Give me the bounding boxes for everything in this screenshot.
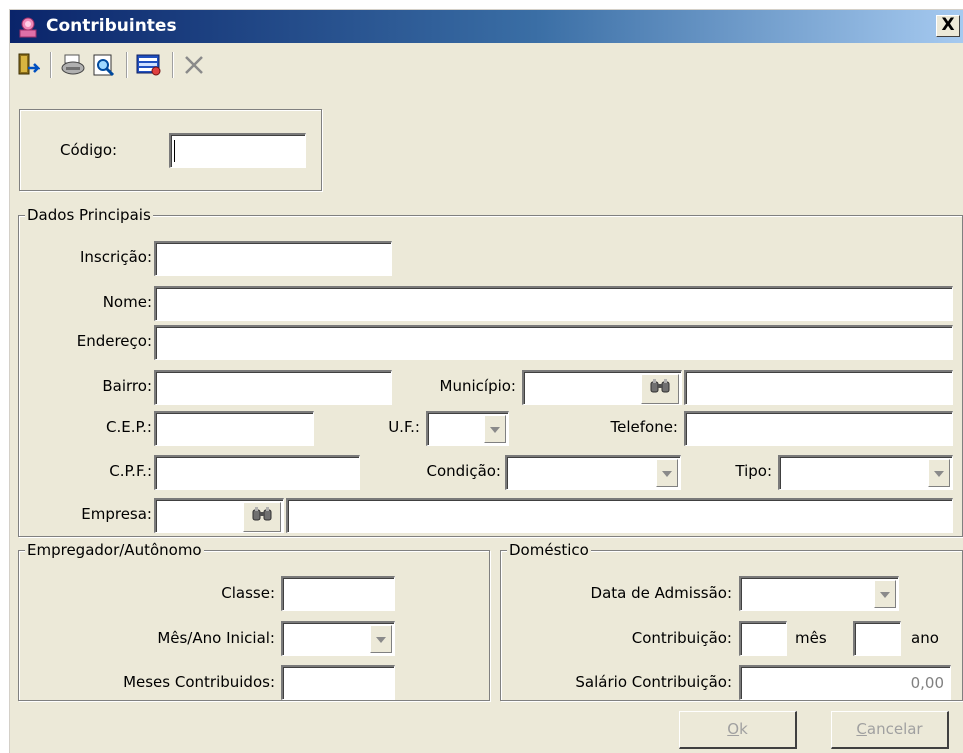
empresa-name-input[interactable] — [286, 498, 953, 533]
empregador-group: Empregador/Autônomo Classe: Mês/Ano Inic… — [18, 540, 490, 701]
domestico-group: Doméstico Data de Admissão: Contribuição… — [500, 540, 963, 701]
admissao-select[interactable] — [739, 576, 899, 611]
contribuicao-label: Contribuição: — [631, 629, 732, 647]
toolbar — [10, 44, 963, 86]
dados-principais-group: Dados Principais Inscrição: Nome: Endere… — [18, 205, 963, 537]
contribuintes-window: Contribuintes X Código: Dados Principais… — [9, 9, 963, 753]
ok-button[interactable]: Ok — [679, 711, 797, 749]
mes-label: mês — [795, 629, 827, 647]
municipio-code-input[interactable] — [522, 370, 682, 405]
tipo-select[interactable] — [778, 455, 953, 490]
cancel-accelerator: C — [856, 720, 867, 738]
municipio-search-button[interactable] — [641, 374, 679, 404]
dados-principais-title: Dados Principais — [25, 205, 153, 225]
contribuicao-mes-input[interactable] — [739, 621, 787, 656]
endereco-input[interactable] — [154, 325, 953, 360]
empresa-search-button[interactable] — [243, 502, 281, 532]
condicao-label: Condição: — [426, 462, 501, 480]
cep-label: C.E.P.: — [105, 418, 152, 436]
empregador-title: Empregador/Autônomo — [25, 540, 204, 560]
telefone-label: Telefone: — [610, 418, 679, 436]
inscricao-label: Inscrição: — [80, 248, 152, 266]
uf-dropdown-icon[interactable] — [484, 415, 506, 443]
cancel-button[interactable]: Cancelar — [831, 711, 949, 749]
close-button[interactable]: X — [936, 15, 960, 37]
ano-label: ano — [911, 629, 939, 647]
contribuicao-ano-input[interactable] — [853, 621, 901, 656]
mes-ano-dropdown-icon[interactable] — [370, 625, 392, 653]
bairro-input[interactable] — [154, 370, 392, 405]
cpf-label: C.P.F.: — [109, 462, 152, 480]
admissao-dropdown-icon[interactable] — [874, 580, 896, 608]
municipio-label: Município: — [439, 377, 516, 395]
condicao-select[interactable] — [505, 455, 681, 490]
codigo-box: Código: — [19, 109, 322, 191]
admissao-label: Data de Admissão: — [590, 584, 732, 602]
cpf-input[interactable] — [154, 455, 360, 490]
domestico-title: Doméstico — [507, 540, 591, 560]
tipo-dropdown-icon[interactable] — [928, 459, 950, 487]
salario-label: Salário Contribuição: — [575, 673, 732, 691]
binoculars-icon — [649, 373, 671, 404]
cancel-rest: ancelar — [866, 720, 923, 738]
tipo-label: Tipo: — [735, 462, 772, 480]
inscricao-input[interactable] — [154, 241, 392, 276]
codigo-label: Código: — [60, 141, 118, 159]
bairro-label: Bairro: — [102, 377, 152, 395]
nome-label: Nome: — [102, 293, 152, 311]
nome-input[interactable] — [154, 286, 953, 321]
mes-ano-select[interactable] — [281, 621, 395, 656]
ok-rest: k — [739, 720, 748, 738]
window-title: Contribuintes — [46, 16, 177, 36]
report-icon[interactable] — [135, 51, 163, 79]
ok-accelerator: O — [727, 720, 740, 738]
exit-icon[interactable] — [14, 51, 42, 79]
uf-select[interactable] — [426, 411, 509, 446]
telefone-input[interactable] — [684, 411, 953, 446]
classe-input[interactable] — [281, 576, 395, 611]
endereco-label: Endereço: — [76, 332, 152, 350]
empresa-label: Empresa: — [81, 505, 152, 523]
mes-ano-label: Mês/Ano Inicial: — [157, 629, 275, 647]
cep-input[interactable] — [154, 411, 314, 446]
print-icon[interactable] — [59, 51, 87, 79]
municipio-name-input[interactable] — [684, 370, 953, 405]
binoculars-icon — [251, 501, 273, 532]
codigo-input[interactable] — [169, 133, 306, 168]
meses-input[interactable] — [281, 665, 395, 700]
classe-label: Classe: — [221, 584, 275, 602]
delete-icon[interactable] — [180, 51, 208, 79]
condicao-dropdown-icon[interactable] — [656, 459, 678, 487]
title-bar[interactable]: Contribuintes X — [10, 10, 963, 43]
uf-label: U.F.: — [388, 418, 420, 436]
salario-input[interactable]: 0,00 — [739, 665, 951, 700]
meses-label: Meses Contribuidos: — [123, 673, 275, 691]
preview-icon[interactable] — [90, 51, 118, 79]
app-icon — [17, 16, 39, 38]
empresa-code-input[interactable] — [154, 498, 284, 533]
